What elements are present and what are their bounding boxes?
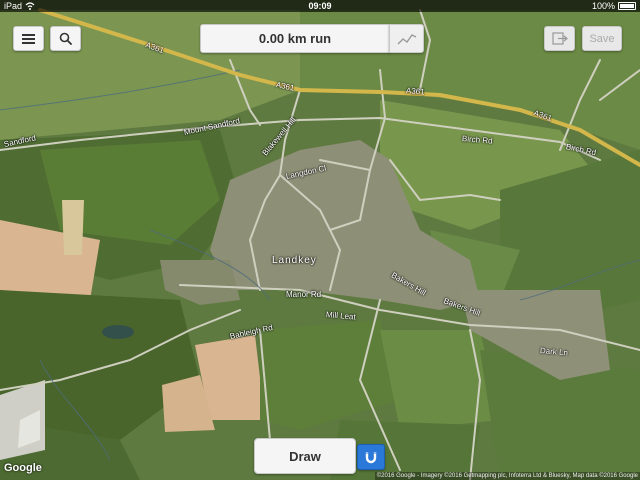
distance-display[interactable]: 0.00 km run: [200, 24, 390, 53]
status-time: 09:09: [308, 1, 332, 11]
export-button[interactable]: [544, 26, 575, 51]
menu-button[interactable]: [13, 26, 44, 51]
snap-to-road-button[interactable]: [357, 444, 385, 470]
satellite-map[interactable]: A361 A361 A361 A361 Mount Sandford Sandf…: [0, 0, 640, 480]
magnet-icon: [365, 452, 377, 464]
battery-icon: [618, 2, 636, 10]
map-attribution[interactable]: ©2016 Google - Imagery ©2016 Getmapping …: [374, 472, 640, 480]
battery-percent: 100%: [591, 1, 615, 11]
google-logo: Google: [4, 462, 42, 474]
save-button[interactable]: Save: [582, 26, 622, 51]
elevation-chart-button[interactable]: [389, 24, 424, 53]
draw-label: Draw: [289, 448, 321, 464]
hamburger-icon: [22, 33, 35, 44]
draw-button[interactable]: Draw: [254, 438, 356, 474]
search-button[interactable]: [50, 26, 81, 51]
search-icon: [59, 32, 72, 45]
save-label: Save: [589, 32, 615, 45]
export-icon: [551, 32, 568, 45]
distance-label: 0.00 km run: [258, 31, 332, 46]
status-bar: iPad 09:09 100%: [0, 0, 640, 12]
elevation-chart-icon: [397, 33, 416, 44]
